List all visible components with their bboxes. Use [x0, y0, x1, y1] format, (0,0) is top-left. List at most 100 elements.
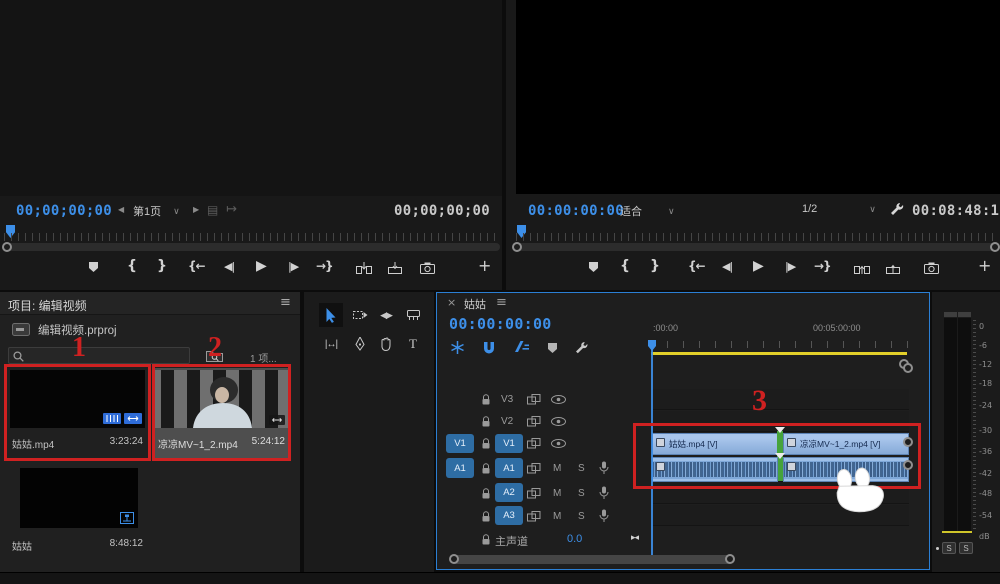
sync-lock-icon[interactable]: [527, 511, 541, 522]
target-a2-button[interactable]: A2: [495, 483, 523, 502]
panel-menu-icon[interactable]: ≡: [496, 296, 507, 309]
razor-tool-button[interactable]: [401, 303, 425, 327]
pen-tool-button[interactable]: [348, 332, 372, 356]
button-editor-icon[interactable]: +: [978, 258, 991, 274]
timeline-settings-wrench-icon[interactable]: [575, 341, 588, 354]
go-to-out-icon[interactable]: →}: [814, 260, 831, 272]
timeline-h-scrollbar[interactable]: [451, 555, 733, 564]
linked-selection-icon[interactable]: [515, 341, 529, 353]
resolution-selector-dropdown[interactable]: 1/2 ∨: [802, 203, 876, 215]
export-page-icon[interactable]: ▤: [207, 204, 218, 216]
work-area-bar[interactable]: [651, 352, 907, 355]
lock-icon[interactable]: [481, 488, 491, 500]
fit-sequence-icon[interactable]: ▸◂: [631, 534, 638, 543]
sync-lock-icon[interactable]: [527, 463, 541, 474]
go-to-in-icon[interactable]: {←: [688, 260, 705, 272]
solo-button[interactable]: S: [578, 463, 585, 474]
overwrite-icon[interactable]: [388, 262, 402, 274]
eye-icon[interactable]: [551, 417, 566, 426]
program-scrollbar-handle-right[interactable]: [990, 242, 1000, 252]
program-timecode[interactable]: 00:00:00:00: [528, 203, 624, 219]
source-timecode[interactable]: 00;00;00;00: [16, 203, 112, 219]
master-track-label[interactable]: 主声道: [495, 533, 528, 549]
voiceover-mic-icon[interactable]: [599, 486, 609, 500]
project-item-3[interactable]: 姑姑 8:48:12: [6, 464, 149, 560]
sync-lock-icon[interactable]: [527, 488, 541, 499]
add-marker-icon[interactable]: [588, 261, 599, 273]
source-zoom-scrollbar[interactable]: [2, 243, 500, 251]
track-select-tool-button[interactable]: [348, 303, 372, 327]
solo-button[interactable]: S: [578, 511, 585, 522]
mark-out-icon[interactable]: }: [157, 259, 167, 273]
lock-icon[interactable]: [481, 438, 491, 450]
program-zoom-scrollbar[interactable]: [514, 243, 1000, 251]
lock-icon[interactable]: [481, 463, 491, 475]
track-v2-label[interactable]: V2: [501, 416, 513, 427]
h-scrollbar-handle-left[interactable]: [449, 554, 459, 564]
selection-tool-button[interactable]: [319, 303, 343, 327]
program-scrollbar-handle-left[interactable]: [512, 242, 522, 252]
source-v1-button[interactable]: V1: [446, 434, 474, 453]
panel-menu-icon[interactable]: ≡: [280, 296, 291, 309]
program-ruler[interactable]: [516, 233, 998, 241]
type-tool-button[interactable]: T: [401, 332, 425, 356]
step-forward-icon[interactable]: |▶: [785, 261, 795, 272]
mute-button[interactable]: M: [553, 463, 561, 474]
lock-icon[interactable]: [481, 394, 491, 406]
button-editor-icon[interactable]: +: [478, 258, 491, 274]
solo-left-button[interactable]: S: [942, 542, 956, 554]
step-forward-icon[interactable]: |▶: [288, 261, 298, 272]
timeline-ruler[interactable]: [651, 341, 909, 348]
fit-selector-dropdown[interactable]: 适合 ∨: [620, 203, 675, 219]
sync-lock-icon[interactable]: [527, 438, 541, 449]
slip-tool-button[interactable]: |↔|: [319, 332, 343, 356]
snap-magnet-icon[interactable]: [483, 341, 495, 354]
step-back-icon[interactable]: ◀|: [722, 261, 732, 272]
lock-icon[interactable]: [481, 416, 491, 428]
timeline-tab[interactable]: 姑姑: [464, 296, 486, 312]
vertical-scroll-handle-top[interactable]: [903, 363, 913, 373]
go-to-in-icon[interactable]: {←: [188, 260, 205, 272]
mark-in-icon[interactable]: {: [620, 259, 630, 273]
search-input[interactable]: [29, 348, 187, 363]
hand-tool-button[interactable]: [374, 332, 398, 356]
export-frame-icon[interactable]: [420, 262, 435, 274]
insert-icon[interactable]: [356, 262, 372, 274]
target-a1-button[interactable]: A1: [495, 458, 523, 478]
master-level-value[interactable]: 0.0: [567, 533, 582, 545]
source-a1-button[interactable]: A1: [446, 458, 474, 478]
lock-icon[interactable]: [481, 511, 491, 523]
goto-marker-icon[interactable]: ↦: [226, 203, 237, 216]
go-to-out-icon[interactable]: →}: [316, 260, 333, 272]
solo-right-button[interactable]: S: [959, 542, 973, 554]
target-v1-button[interactable]: V1: [495, 434, 523, 453]
close-panel-icon[interactable]: ×: [447, 297, 456, 308]
nest-sequence-icon[interactable]: [451, 341, 464, 354]
solo-button[interactable]: S: [578, 488, 585, 499]
h-scrollbar-handle-right[interactable]: [725, 554, 735, 564]
search-box[interactable]: [8, 347, 190, 364]
eye-icon[interactable]: [551, 395, 566, 404]
timeline-timecode[interactable]: 00:00:00:00: [449, 315, 552, 333]
step-back-icon[interactable]: ◀|: [224, 261, 234, 272]
sync-lock-icon[interactable]: [527, 416, 541, 427]
export-frame-icon[interactable]: [924, 262, 939, 274]
lift-icon[interactable]: [854, 262, 870, 274]
voiceover-mic-icon[interactable]: [599, 509, 609, 523]
play-icon[interactable]: ▶: [753, 259, 764, 273]
mute-button[interactable]: M: [553, 488, 561, 499]
track-v3-label[interactable]: V3: [501, 394, 513, 405]
settings-wrench-icon[interactable]: [890, 202, 904, 216]
voiceover-mic-icon[interactable]: [599, 461, 609, 475]
mute-button[interactable]: M: [553, 511, 561, 522]
next-page-icon[interactable]: ▶: [193, 206, 199, 214]
play-icon[interactable]: ▶: [256, 259, 267, 273]
sync-lock-icon[interactable]: [527, 394, 541, 405]
ripple-edit-tool-button[interactable]: ◀▶: [374, 303, 398, 327]
eye-icon[interactable]: [551, 439, 566, 448]
page-selector-dropdown[interactable]: 第1页 ∨: [133, 203, 180, 219]
add-marker-icon[interactable]: [88, 261, 99, 273]
extract-icon[interactable]: [886, 262, 900, 274]
mark-in-icon[interactable]: {: [127, 259, 137, 273]
add-marker-icon[interactable]: [547, 342, 558, 354]
